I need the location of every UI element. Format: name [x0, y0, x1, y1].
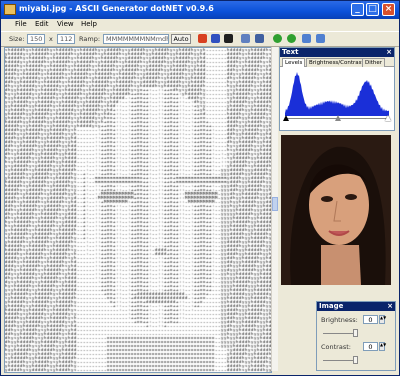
size-label: Size:	[9, 35, 25, 43]
ramp-select[interactable]: MMMMMMMNMmdhyso+:-.`	[103, 34, 169, 44]
font-icon[interactable]	[198, 34, 207, 43]
brightness-spin-icon[interactable]: ▲▼	[379, 315, 386, 324]
triangle-left-icon[interactable]	[316, 34, 325, 43]
menu-edit[interactable]: Edit	[35, 20, 49, 28]
minimize-button[interactable]: _	[351, 3, 364, 16]
image-panel-header: Image ×	[317, 302, 395, 311]
image-panel-close-icon[interactable]: ×	[387, 302, 393, 311]
text-panel-title: Text	[282, 48, 299, 56]
width-input[interactable]: 150	[27, 34, 45, 44]
window-title: miyabi.jpg - ASCII Generator dotNET v0.9…	[19, 4, 214, 13]
ascii-output[interactable]	[4, 47, 272, 373]
brightness-input[interactable]: 0	[363, 315, 378, 324]
x-label: x	[49, 35, 53, 43]
auto-button[interactable]: Auto	[171, 34, 191, 44]
brightness-slider-handle[interactable]	[353, 329, 358, 337]
scrollbar-thumb[interactable]	[272, 197, 278, 211]
contrast-slider-handle[interactable]	[353, 356, 358, 364]
tab-dither[interactable]: Dither	[362, 58, 386, 67]
green-rotate-right-icon[interactable]	[287, 34, 296, 43]
image-panel: Image × Brightness: 0 ▲▼ Contrast: 0 ▲▼	[316, 301, 396, 371]
ascii-art-render	[5, 48, 271, 372]
menu-bar: File Edit View Help	[1, 19, 399, 30]
text-panel-tabs: Levels Brightness/Contrast Dither	[280, 57, 394, 67]
portrait-photo	[281, 135, 391, 285]
text-panel: Text × Levels Brightness/Contrast Dither	[279, 47, 395, 131]
sharpen-icon[interactable]	[224, 34, 233, 43]
levels-white-handle[interactable]	[385, 115, 391, 121]
view-icon[interactable]	[241, 34, 250, 43]
menu-view[interactable]: View	[57, 20, 74, 28]
contrast-label: Contrast:	[321, 343, 351, 351]
tab-levels[interactable]: Levels	[282, 58, 306, 67]
source-image-preview	[281, 135, 391, 285]
height-input[interactable]: 112	[57, 34, 75, 44]
menu-file[interactable]: File	[15, 20, 27, 28]
levels-black-handle[interactable]	[283, 115, 289, 121]
ramp-label: Ramp:	[79, 35, 101, 43]
triangle-up-icon[interactable]	[302, 34, 311, 43]
text-panel-header: Text ×	[280, 48, 394, 57]
histogram-area	[285, 72, 389, 116]
close-button[interactable]: ×	[382, 3, 395, 16]
levels-histogram	[285, 72, 389, 116]
italic-icon[interactable]	[211, 34, 220, 43]
levels-gray-handle[interactable]	[335, 115, 341, 121]
brightness-label: Brightness:	[321, 316, 358, 324]
title-bar[interactable]: miyabi.jpg - ASCII Generator dotNET v0.9…	[1, 1, 399, 19]
image-panel-title: Image	[319, 302, 344, 310]
toolbar: Size: 150 x 112 Ramp: MMMMMMMNMmdhyso+:-…	[1, 31, 399, 47]
app-icon	[4, 4, 16, 15]
contrast-input[interactable]: 0	[363, 342, 378, 351]
menu-help[interactable]: Help	[81, 20, 97, 28]
contrast-spin-icon[interactable]: ▲▼	[379, 342, 386, 351]
text-panel-close-icon[interactable]: ×	[386, 48, 392, 57]
app-window: miyabi.jpg - ASCII Generator dotNET v0.9…	[0, 0, 400, 376]
green-rotate-left-icon[interactable]	[273, 34, 282, 43]
fullscreen-icon[interactable]	[255, 34, 264, 43]
maximize-button[interactable]: □	[366, 3, 379, 16]
vertical-scrollbar[interactable]	[271, 47, 278, 371]
tab-brightness-contrast[interactable]: Brightness/Contrast	[306, 58, 367, 67]
